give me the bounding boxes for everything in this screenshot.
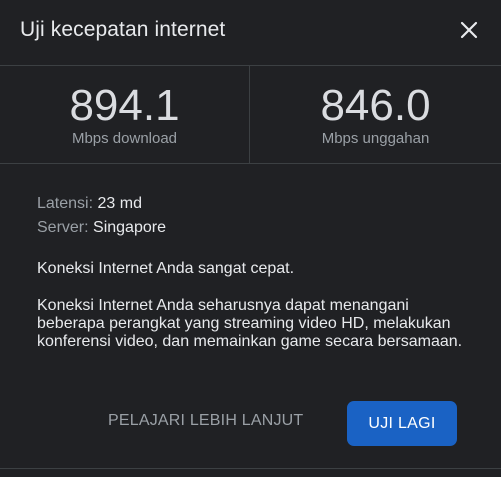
- upload-value: 846.0: [320, 81, 431, 130]
- latency-value: 23 md: [97, 195, 142, 212]
- dialog-header: Uji kecepatan internet: [0, 0, 501, 66]
- speed-test-dialog: Uji kecepatan internet 894.1 Mbps downlo…: [0, 0, 501, 477]
- close-button[interactable]: [455, 16, 483, 44]
- speed-results: 894.1 Mbps download 846.0 Mbps unggahan: [0, 66, 501, 164]
- server-label: Server:: [37, 219, 89, 236]
- dialog-title: Uji kecepatan internet: [20, 18, 226, 41]
- latency-label: Latensi:: [37, 195, 94, 212]
- description-text: Koneksi Internet Anda seharusnya dapat m…: [37, 297, 463, 350]
- server-row: Server: Singapore: [37, 216, 166, 240]
- summary-text: Koneksi Internet Anda sangat cepat.: [37, 260, 295, 277]
- upload-unit: Mbps unggahan: [321, 130, 430, 147]
- learn-more-button[interactable]: PELAJARI LEBIH LANJUT: [108, 412, 303, 430]
- footer-divider: [0, 468, 501, 469]
- download-speed: 894.1 Mbps download: [0, 66, 250, 163]
- server-value: Singapore: [93, 219, 166, 236]
- latency-row: Latensi: 23 md: [37, 192, 166, 216]
- upload-speed: 846.0 Mbps unggahan: [250, 66, 501, 163]
- connection-details: Latensi: 23 md Server: Singapore: [37, 192, 166, 240]
- retry-button[interactable]: UJI LAGI: [347, 401, 457, 446]
- download-unit: Mbps download: [71, 130, 178, 147]
- close-icon: [460, 21, 478, 39]
- download-value: 894.1: [69, 81, 180, 130]
